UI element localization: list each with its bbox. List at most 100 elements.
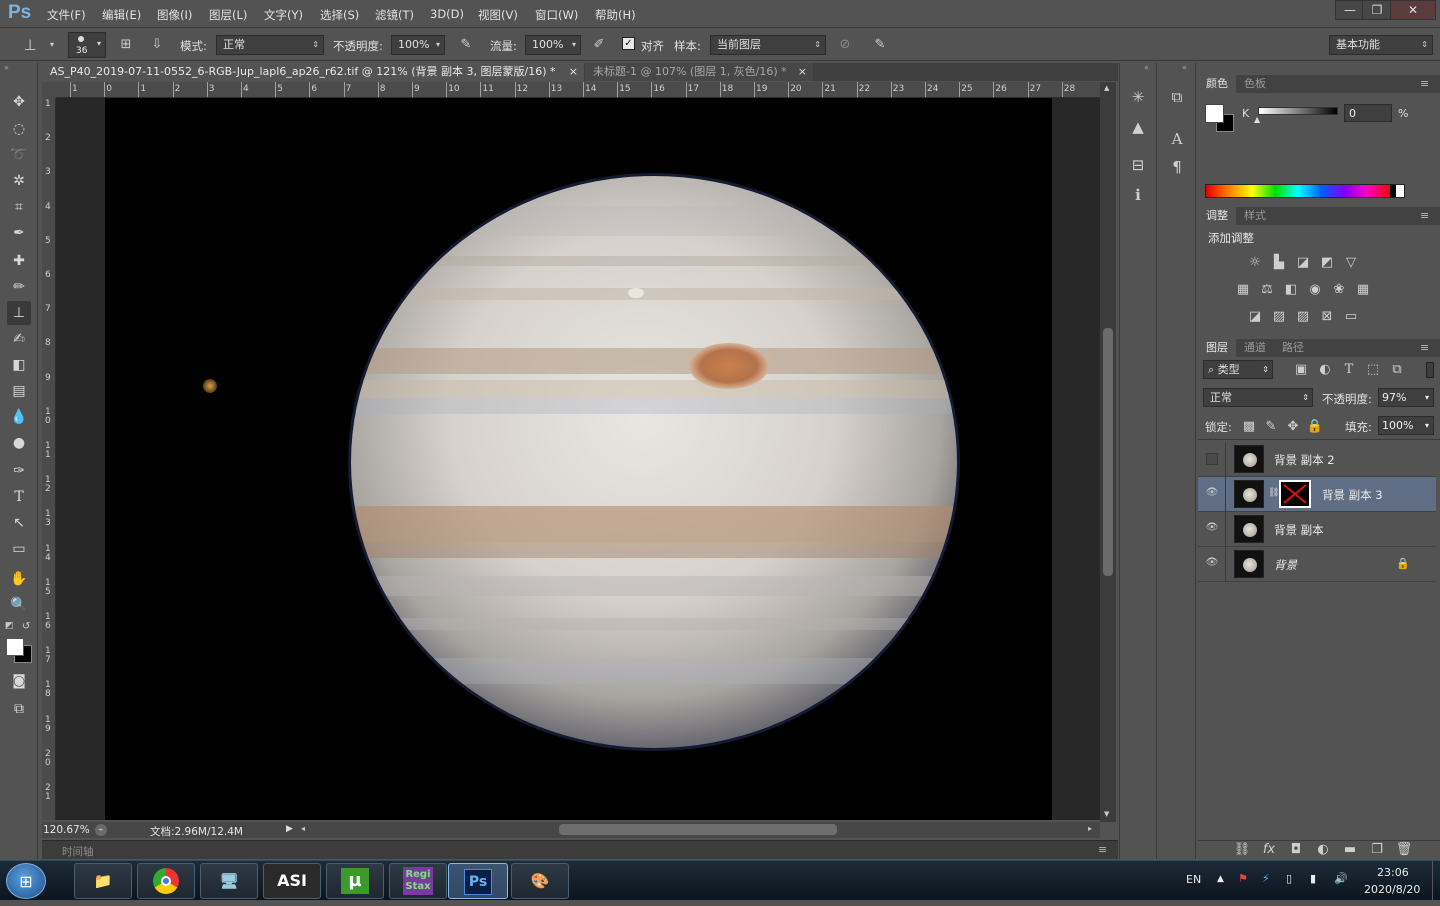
ignore-adjustment-icon[interactable]: ⊘: [837, 37, 853, 53]
visibility-toggle-off[interactable]: [1206, 453, 1218, 465]
lock-paint-icon[interactable]: ✎: [1262, 419, 1280, 435]
filter-shape-icon[interactable]: ⬚: [1364, 362, 1382, 378]
tab-jupiter-doc[interactable]: AS_P40_2019-07-11-0552_6-RGB-Jup_lapl6_a…: [42, 63, 584, 81]
mode-select[interactable]: 正常 ⇕: [216, 35, 324, 55]
opacity-field[interactable]: 100% ▾: [391, 35, 445, 55]
menu-layer[interactable]: 图层(L): [209, 7, 247, 23]
layer-row[interactable]: 背景 副本 2: [1198, 442, 1436, 477]
eye-icon[interactable]: 👁: [1204, 487, 1220, 501]
clock-time[interactable]: 23:06: [1377, 866, 1409, 879]
brush-preset-picker[interactable]: 36 ▾: [68, 32, 106, 58]
crop-tool-icon[interactable]: ⌗: [7, 195, 31, 219]
hue-saturation-icon[interactable]: ▦: [1234, 282, 1252, 298]
device-icon[interactable]: ▯: [1286, 872, 1292, 885]
layer-row[interactable]: 👁 背景 🔒: [1198, 547, 1436, 582]
trash-icon[interactable]: 🗑: [1395, 842, 1413, 858]
selective-color-icon[interactable]: ⊠: [1318, 309, 1336, 325]
character-icon[interactable]: A: [1165, 127, 1189, 151]
flow-field[interactable]: 100% ▾: [525, 35, 581, 55]
menu-view[interactable]: 视图(V): [478, 7, 518, 23]
monitor-taskbar-button[interactable]: 🖥: [200, 863, 258, 899]
lock-pixels-icon[interactable]: ▩: [1240, 419, 1258, 435]
color-spectrum-bar[interactable]: [1205, 184, 1405, 198]
path-select-icon[interactable]: ↖: [7, 511, 31, 535]
language-indicator[interactable]: EN: [1186, 873, 1201, 886]
vertical-scroll-thumb[interactable]: [1103, 328, 1113, 576]
magic-wand-icon[interactable]: ✲: [7, 169, 31, 193]
tab-untitled-doc[interactable]: 未标题-1 @ 107% (图层 1, 灰色/16) * ×: [585, 63, 813, 81]
default-colors-icon[interactable]: ◩: [5, 621, 14, 631]
sample-select[interactable]: 当前图层 ⇕: [710, 35, 826, 55]
gradient-map-icon[interactable]: ▭: [1342, 309, 1360, 325]
zoom-level[interactable]: 120.67%: [43, 824, 90, 836]
layer-name[interactable]: 背景: [1274, 557, 1297, 573]
layer-row-selected[interactable]: 👁 ⛓ 背景 副本 3: [1198, 477, 1436, 512]
scroll-down-icon[interactable]: ▼: [1104, 810, 1109, 818]
collapse-arrows-icon[interactable]: »: [4, 63, 9, 72]
tab-close-icon[interactable]: ×: [798, 63, 807, 81]
blur-tool-icon[interactable]: 💧: [7, 405, 31, 429]
scroll-right-icon[interactable]: ▸: [1088, 824, 1092, 833]
pressure-size-icon[interactable]: ✎: [872, 37, 888, 53]
k-slider[interactable]: [1258, 107, 1338, 115]
lasso-tool-icon[interactable]: ➰: [7, 143, 31, 167]
explorer-taskbar-button[interactable]: 📁: [74, 863, 132, 899]
chain-link-icon[interactable]: ⛓: [1268, 488, 1279, 498]
color-lookup-icon[interactable]: ▦: [1354, 282, 1372, 298]
tab-adjustments[interactable]: 调整: [1198, 207, 1236, 225]
zoom-tool-icon[interactable]: 🔍: [7, 593, 31, 617]
healing-brush-icon[interactable]: ✚: [7, 249, 31, 273]
pressure-opacity-icon[interactable]: ✎: [458, 37, 474, 53]
filter-pixel-icon[interactable]: ▣: [1292, 362, 1310, 378]
screen-mode-icon[interactable]: ⧉: [7, 697, 31, 721]
eye-icon[interactable]: 👁: [1204, 557, 1220, 571]
blend-mode-select[interactable]: 正常 ⇕: [1203, 388, 1313, 407]
lock-all-icon[interactable]: 🔒: [1306, 419, 1324, 435]
mask-icon[interactable]: ◘: [1287, 842, 1305, 858]
hand-tool-icon[interactable]: ✋: [7, 567, 31, 591]
utorrent-taskbar-button[interactable]: µ: [326, 863, 384, 899]
aligned-checkbox[interactable]: ✓: [622, 37, 635, 50]
posterize-icon[interactable]: ▨: [1270, 309, 1288, 325]
folder-icon[interactable]: ▬: [1341, 842, 1359, 858]
show-desktop-button[interactable]: [1432, 861, 1440, 901]
minimize-button[interactable]: —: [1335, 0, 1365, 20]
volume-icon[interactable]: 🔊: [1334, 872, 1348, 885]
rectangle-tool-icon[interactable]: ▭: [7, 537, 31, 561]
chrome-taskbar-button[interactable]: [137, 863, 195, 899]
eraser-tool-icon[interactable]: ◧: [7, 353, 31, 377]
slider-handle-icon[interactable]: ▲: [1254, 115, 1260, 124]
tab-color[interactable]: 颜色: [1198, 75, 1236, 93]
layer-filter-select[interactable]: ⌕ 类型 ⇕: [1203, 360, 1273, 379]
pen-tool-icon[interactable]: ✑: [7, 459, 31, 483]
filter-adjustment-icon[interactable]: ◐: [1316, 362, 1334, 378]
fx-icon[interactable]: fx: [1260, 842, 1278, 858]
link-icon[interactable]: ⛓: [1233, 842, 1251, 858]
info-icon[interactable]: ℹ: [1126, 183, 1150, 207]
curves-icon[interactable]: ◪: [1294, 255, 1312, 271]
lock-position-icon[interactable]: ✥: [1284, 419, 1302, 435]
start-button[interactable]: ⊞: [6, 863, 46, 899]
status-menu-arrow-icon[interactable]: ▶: [286, 824, 293, 834]
tray-expand-icon[interactable]: ▲: [1217, 874, 1224, 884]
type-tool-icon[interactable]: T: [7, 485, 31, 509]
vibrance-icon[interactable]: ▽: [1342, 255, 1360, 271]
foreground-color-swatch[interactable]: [6, 638, 24, 656]
panel-menu-icon[interactable]: ≡: [1098, 843, 1107, 856]
restore-button[interactable]: ❐: [1362, 0, 1392, 20]
ruler-corner[interactable]: [42, 82, 56, 98]
clone-source-icon[interactable]: ⇩: [149, 37, 165, 53]
menu-select[interactable]: 选择(S): [320, 7, 359, 23]
panel-menu-icon[interactable]: ≡: [1420, 77, 1429, 90]
chevron-down-icon[interactable]: ▾: [44, 37, 60, 53]
status-info-icon[interactable]: ⌁: [95, 824, 107, 836]
timeline-label[interactable]: 时间轴: [62, 844, 94, 859]
menu-window[interactable]: 窗口(W): [535, 7, 578, 23]
menu-filter[interactable]: 滤镜(T): [375, 7, 414, 23]
workspace-select[interactable]: 基本功能 ⇕: [1329, 35, 1433, 55]
airbrush-icon[interactable]: ✐: [591, 37, 607, 53]
photoshop-taskbar-button[interactable]: Ps: [448, 863, 508, 899]
fill-field[interactable]: 100% ▾: [1378, 416, 1434, 435]
collapse-arrows-icon[interactable]: «: [1182, 63, 1187, 72]
history-panel-icon[interactable]: ⊟: [1126, 153, 1150, 177]
